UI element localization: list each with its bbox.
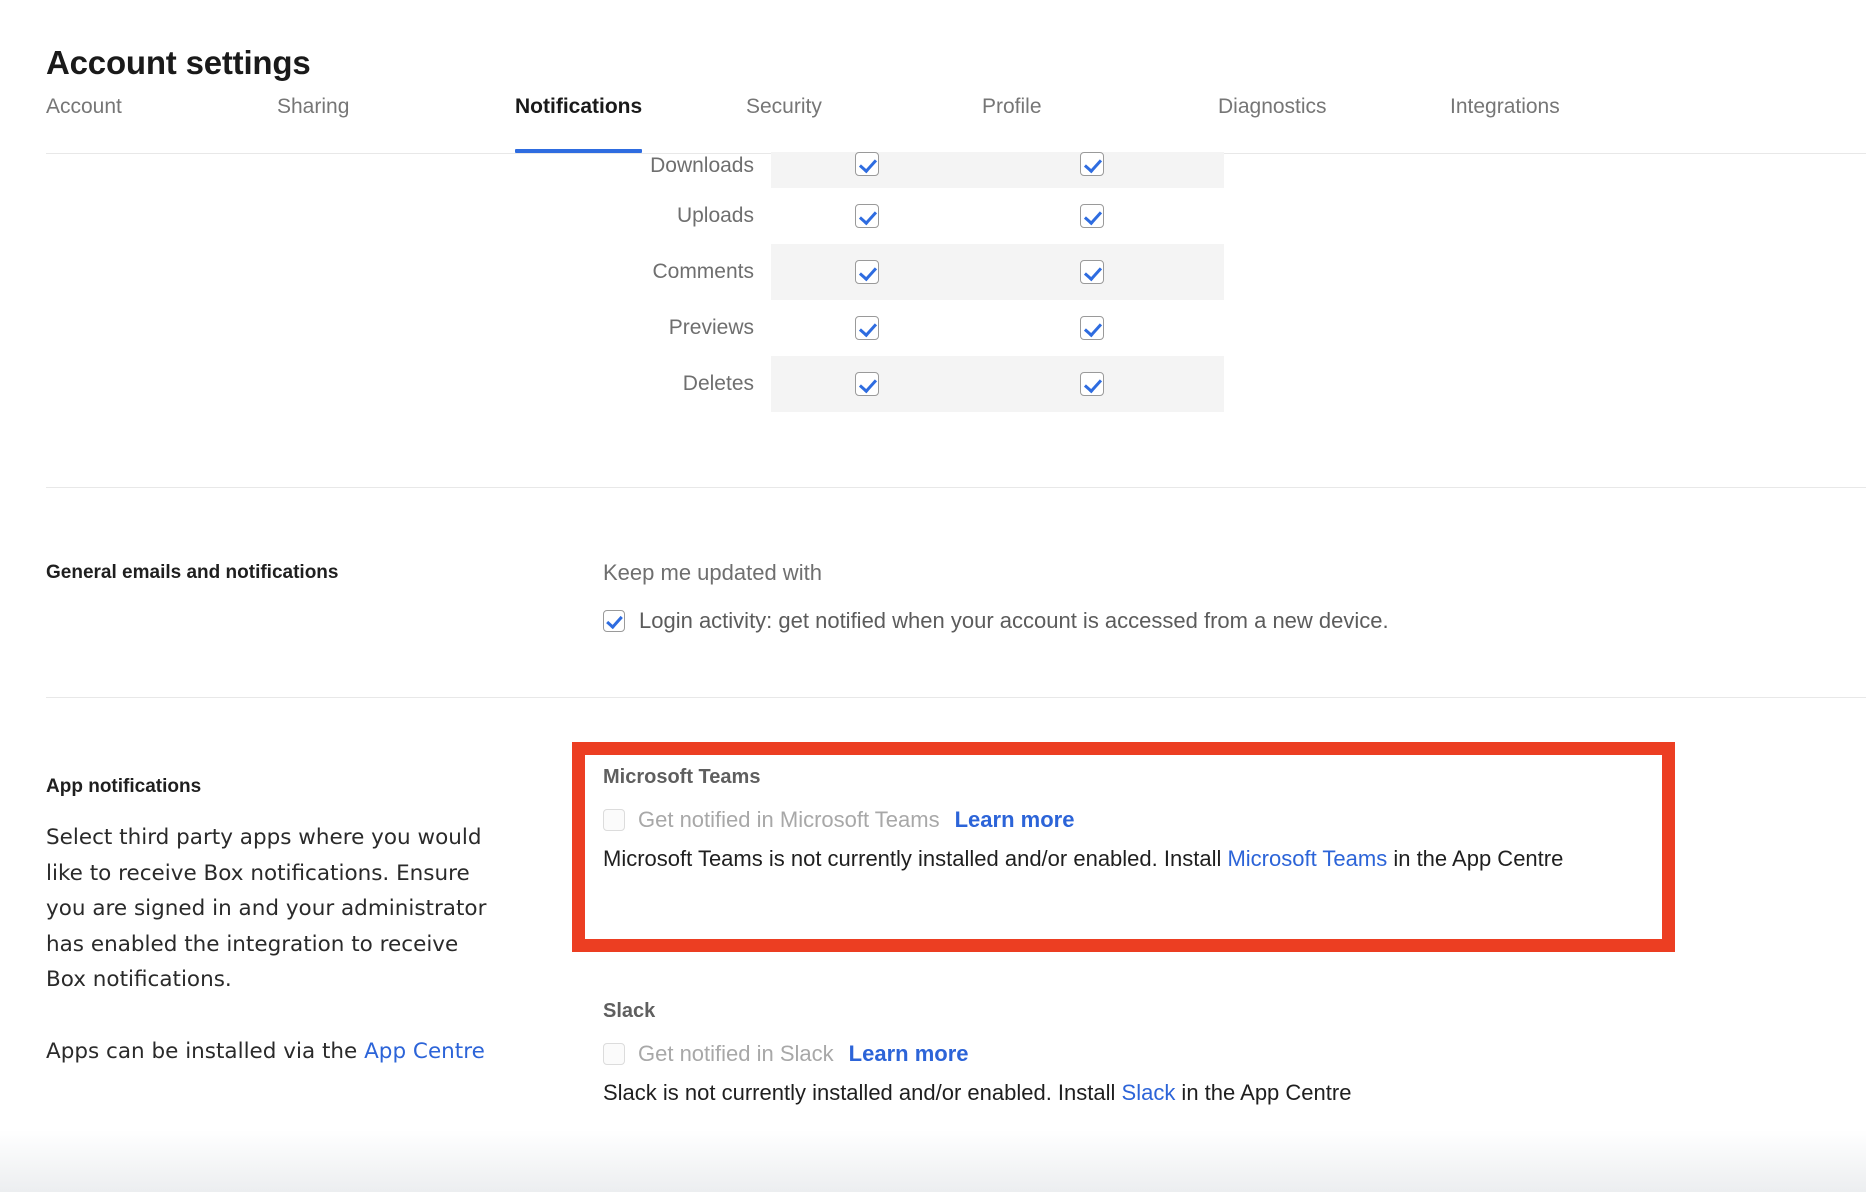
install-note-suffix: in the App Centre bbox=[1175, 1080, 1351, 1105]
notification-events-table: Downloads Uploads Comments Previews Dele… bbox=[0, 152, 1866, 412]
tab-label: Account bbox=[46, 95, 122, 118]
tab-diagnostics[interactable]: Diagnostics bbox=[1218, 95, 1327, 153]
row-stripe bbox=[771, 152, 1224, 188]
description-paragraph-1: Select third party apps where you would … bbox=[46, 820, 498, 998]
tab-label: Profile bbox=[982, 95, 1042, 118]
section-title-general-emails: General emails and notifications bbox=[46, 562, 338, 584]
install-slack-link[interactable]: Slack bbox=[1122, 1080, 1176, 1105]
row-checkbox-cell-1[interactable] bbox=[855, 204, 879, 228]
checkbox-uploads-col2[interactable] bbox=[1080, 204, 1104, 228]
table-row: Downloads bbox=[0, 152, 1866, 188]
app-opt-in-row-microsoft-teams[interactable]: Get notified in Microsoft Teams Learn mo… bbox=[603, 807, 1663, 833]
tab-notifications[interactable]: Notifications bbox=[515, 95, 642, 153]
tab-security[interactable]: Security bbox=[746, 95, 822, 153]
row-checkbox-cell-2[interactable] bbox=[1080, 372, 1104, 396]
row-checkbox-cell-2[interactable] bbox=[1080, 260, 1104, 284]
app-opt-in-row-slack[interactable]: Get notified in Slack Learn more bbox=[603, 1041, 1663, 1067]
checkbox-deletes-col2[interactable] bbox=[1080, 372, 1104, 396]
checkbox-login-activity[interactable] bbox=[603, 610, 625, 632]
row-checkbox-cell-1[interactable] bbox=[855, 260, 879, 284]
table-row: Comments bbox=[0, 244, 1866, 300]
tab-account[interactable]: Account bbox=[46, 95, 122, 153]
row-stripe bbox=[771, 188, 1224, 244]
row-label: Downloads bbox=[380, 154, 754, 178]
keep-me-updated-heading: Keep me updated with bbox=[603, 560, 822, 586]
row-label: Previews bbox=[380, 316, 754, 340]
learn-more-link-microsoft-teams[interactable]: Learn more bbox=[955, 807, 1075, 833]
app-centre-link[interactable]: App Centre bbox=[364, 1039, 485, 1064]
install-microsoft-teams-link[interactable]: Microsoft Teams bbox=[1227, 846, 1387, 871]
row-label: Deletes bbox=[380, 372, 754, 396]
settings-tab-bar: Account Sharing Notifications Security P… bbox=[0, 95, 1866, 155]
app-name-microsoft-teams: Microsoft Teams bbox=[603, 766, 1663, 789]
tab-label: Notifications bbox=[515, 95, 642, 118]
install-note-prefix: Slack is not currently installed and/or … bbox=[603, 1080, 1122, 1105]
row-stripe bbox=[771, 300, 1224, 356]
learn-more-link-slack[interactable]: Learn more bbox=[849, 1041, 969, 1067]
table-row: Previews bbox=[0, 300, 1866, 356]
app-opt-in-label-slack: Get notified in Slack bbox=[638, 1041, 834, 1067]
checkbox-get-notified-slack bbox=[603, 1043, 625, 1065]
checkbox-uploads-col1[interactable] bbox=[855, 204, 879, 228]
app-block-microsoft-teams: Microsoft Teams Get notified in Microsof… bbox=[603, 766, 1663, 877]
row-checkbox-cell-1[interactable] bbox=[855, 152, 879, 176]
bottom-fade-overlay bbox=[0, 1130, 1866, 1192]
row-checkbox-cell-2[interactable] bbox=[1080, 152, 1104, 176]
section-title-app-notifications: App notifications bbox=[46, 776, 201, 798]
app-name-slack: Slack bbox=[603, 1000, 1663, 1023]
app-opt-in-label-microsoft-teams: Get notified in Microsoft Teams bbox=[638, 807, 940, 833]
row-checkbox-cell-2[interactable] bbox=[1080, 316, 1104, 340]
install-note-suffix: in the App Centre bbox=[1387, 846, 1563, 871]
checkbox-comments-col1[interactable] bbox=[855, 260, 879, 284]
row-label: Uploads bbox=[380, 204, 754, 228]
description-prefix: Apps can be installed via the bbox=[46, 1039, 364, 1064]
checkbox-deletes-col1[interactable] bbox=[855, 372, 879, 396]
app-notifications-description: Select third party apps where you would … bbox=[46, 820, 498, 1069]
app-block-slack: Slack Get notified in Slack Learn more S… bbox=[603, 1000, 1663, 1111]
checkbox-previews-col1[interactable] bbox=[855, 316, 879, 340]
login-activity-label: Login activity: get notified when your a… bbox=[639, 608, 1389, 634]
page-title: Account settings bbox=[46, 44, 311, 82]
tab-profile[interactable]: Profile bbox=[982, 95, 1042, 153]
checkbox-get-notified-microsoft-teams bbox=[603, 809, 625, 831]
tab-integrations[interactable]: Integrations bbox=[1450, 95, 1560, 153]
tab-sharing[interactable]: Sharing bbox=[277, 95, 349, 153]
description-paragraph-2: Apps can be installed via the App Centre bbox=[46, 1034, 498, 1070]
checkbox-comments-col2[interactable] bbox=[1080, 260, 1104, 284]
checkbox-downloads-col2[interactable] bbox=[1080, 152, 1104, 176]
table-row: Deletes bbox=[0, 356, 1866, 412]
row-label: Comments bbox=[380, 260, 754, 284]
row-checkbox-cell-1[interactable] bbox=[855, 372, 879, 396]
tab-label: Security bbox=[746, 95, 822, 118]
section-divider bbox=[46, 697, 1866, 698]
row-checkbox-cell-1[interactable] bbox=[855, 316, 879, 340]
section-divider bbox=[46, 487, 1866, 488]
checkbox-downloads-col1[interactable] bbox=[855, 152, 879, 176]
table-row: Uploads bbox=[0, 188, 1866, 244]
row-stripe bbox=[771, 244, 1224, 300]
row-checkbox-cell-2[interactable] bbox=[1080, 204, 1104, 228]
checkbox-previews-col2[interactable] bbox=[1080, 316, 1104, 340]
install-note-prefix: Microsoft Teams is not currently install… bbox=[603, 846, 1227, 871]
tab-label: Sharing bbox=[277, 95, 349, 118]
tab-label: Integrations bbox=[1450, 95, 1560, 118]
row-stripe bbox=[771, 356, 1224, 412]
app-install-note-microsoft-teams: Microsoft Teams is not currently install… bbox=[603, 841, 1573, 877]
login-activity-option-row[interactable]: Login activity: get notified when your a… bbox=[603, 608, 1389, 634]
app-install-note-slack: Slack is not currently installed and/or … bbox=[603, 1075, 1573, 1111]
tab-label: Diagnostics bbox=[1218, 95, 1327, 118]
